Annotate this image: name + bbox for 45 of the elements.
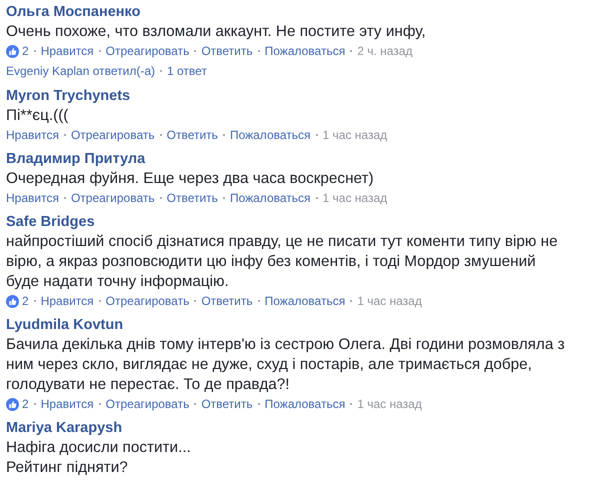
comment-action-link[interactable]: Ответить (166, 126, 218, 144)
comment-action-link[interactable]: Отреагировать (70, 189, 155, 207)
thumbs-up-icon (6, 294, 19, 308)
comment-action-link[interactable]: Нравится (6, 189, 59, 207)
like-count: 2 (22, 396, 29, 413)
comment-text: Очередная фуйня. Еще через два часа воскреснет) (6, 169, 375, 189)
like-count: 2 (22, 293, 29, 310)
comment-time: 1 час назад (322, 190, 388, 207)
comment-text: Очень похоже, что взломали аккаунт. Не постите эту инфу, (6, 22, 427, 42)
comment-action-link[interactable]: Ответить (201, 395, 253, 413)
comment-time: 1 час назад (322, 127, 388, 144)
thumbs-up-icon (6, 398, 19, 410)
comment-action-link[interactable]: Нравится (40, 395, 94, 413)
author-name[interactable]: Mariya Karapysh (6, 418, 122, 438)
comment-action-link[interactable]: Ответить (201, 42, 253, 60)
comment-action-link[interactable]: Ответить (166, 189, 218, 207)
comment-action-link[interactable]: Пожаловаться (264, 42, 346, 60)
author-name[interactable]: Ольга Моспаненко (6, 2, 140, 22)
comment-action-link[interactable]: Нравится (40, 292, 94, 310)
comment-action-link[interactable]: Отреагировать (70, 126, 155, 144)
replied-link[interactable]: Evgeniy Kaplan ответил(-а) (6, 61, 156, 81)
comment-time: 1 час назад (357, 396, 422, 413)
replies-link[interactable]: 1 ответ (167, 61, 207, 81)
comment-action-link[interactable]: Ответить (201, 292, 253, 310)
comment-action-link[interactable]: Пожаловаться (264, 395, 346, 413)
comment-text: Пі**єц.((( (6, 106, 70, 126)
comment-action-link[interactable]: Нравится (40, 42, 94, 60)
comment-action-link[interactable]: Нравится (6, 126, 59, 144)
thumbs-up-icon (6, 44, 19, 58)
comment-time: 1 час назад (357, 293, 422, 310)
comment-action-link[interactable]: Отреагировать (106, 42, 190, 60)
comment-action-link[interactable]: Отреагировать (106, 395, 190, 413)
comment-action-link[interactable]: Отреагировать (106, 292, 190, 310)
comment-text: найпростіший спосіб дізнатися правду, це не писати тут коменти типу вірю не вірю, а якраз розповсюдити цю інфу без коментів, і тоді Мордор змушений буде надати точну інформацію. (6, 232, 559, 292)
comment-action-link[interactable]: Пожаловаться (230, 189, 311, 207)
comment-time: 2 ч. назад (357, 43, 412, 60)
author-name[interactable]: Safe Bridges (6, 212, 95, 232)
author-name[interactable]: Myron Trychynets (6, 86, 130, 106)
comment-text: Бачила декілька днів тому інтерв'ю із сестрою Олега. Дві години розмовляла з ним через скло, виглядає не дуже, схуд і постарів, але тримається добре, голодувати не перестає. То де правда?! (6, 335, 566, 395)
author-name[interactable]: Владимир Притула (6, 149, 146, 169)
comment-action-link[interactable]: Пожаловаться (230, 126, 311, 144)
like-count: 2 (22, 43, 29, 60)
comment-action-link[interactable]: Пожаловаться (264, 292, 346, 310)
comment-text: Нафіга досисли постити... Рейтинг підняти? (6, 438, 192, 478)
author-name[interactable]: Lyudmila Kovtun (6, 315, 124, 335)
